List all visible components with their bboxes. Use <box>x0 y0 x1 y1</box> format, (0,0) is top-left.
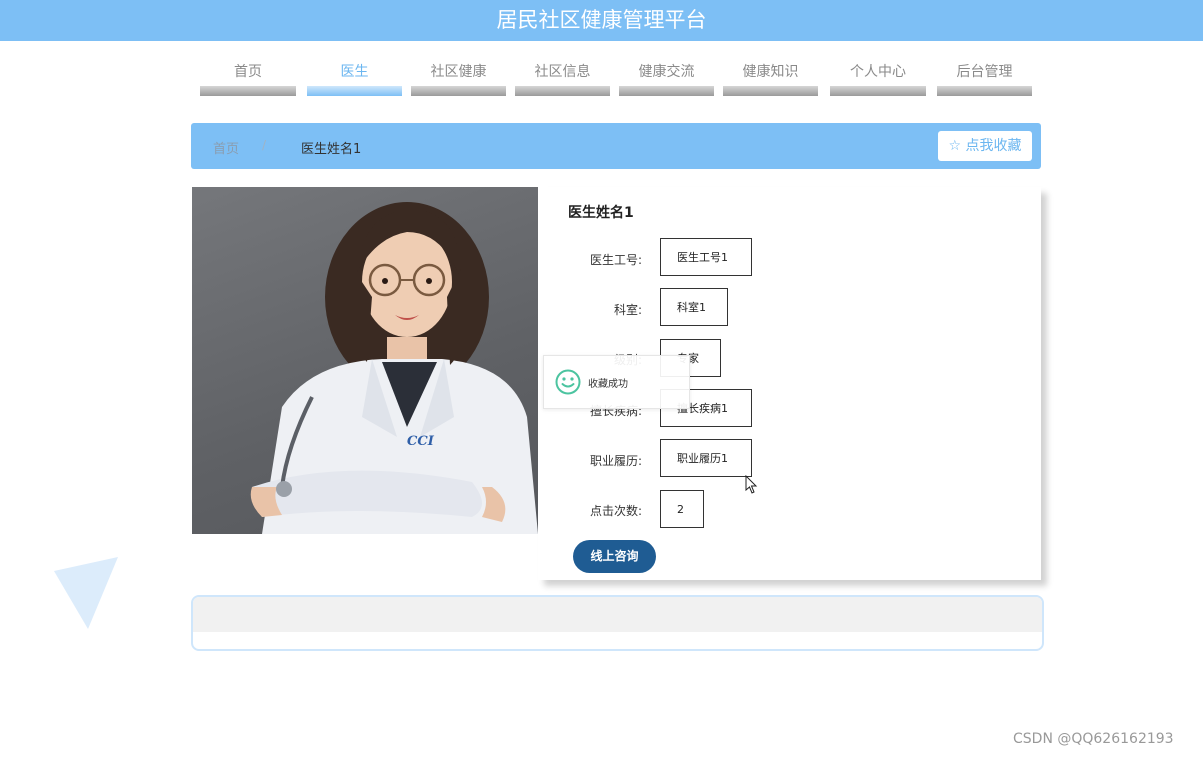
doctor-portrait-illustration: CCI <box>250 202 538 534</box>
nav-underline <box>830 86 926 96</box>
field-label-department: 科室: <box>613 303 642 317</box>
breadcrumb-separator: / <box>262 138 267 152</box>
breadcrumb-home[interactable]: 首页 <box>213 138 239 157</box>
field-label-career: 职业履历: <box>589 454 642 468</box>
nav-item-community-health[interactable]: 社区健康 <box>411 55 506 96</box>
decorative-triangle-icon <box>54 557 118 629</box>
doctor-name: 医生姓名1 <box>568 205 634 221</box>
nav-item-admin[interactable]: 后台管理 <box>937 55 1032 96</box>
toast-text: 收藏成功 <box>588 379 628 390</box>
field-label-staff-id: 医生工号: <box>589 253 642 267</box>
nav-label: 后台管理 <box>956 64 1013 80</box>
nav-underline <box>937 86 1032 96</box>
nav-label: 健康知识 <box>742 64 799 80</box>
nav-label: 健康交流 <box>638 64 695 80</box>
online-consult-button[interactable]: 线上咨询 <box>573 540 656 573</box>
field-value-department: 科室1 <box>660 288 728 326</box>
site-title: 居民社区健康管理平台 <box>496 8 707 32</box>
nav-underline <box>411 86 506 96</box>
field-value-click-count: 2 <box>660 490 704 528</box>
toast-message: 收藏成功 <box>543 355 690 409</box>
nav-item-health-exchange[interactable]: 健康交流 <box>619 55 714 96</box>
doctor-photo: CCI <box>192 187 538 534</box>
comment-panel-header <box>193 597 1042 632</box>
field-label-click-count: 点击次数: <box>589 504 642 518</box>
nav-item-doctor[interactable]: 医生 <box>307 55 402 96</box>
watermark: CSDN @QQ626162193 <box>1013 731 1174 747</box>
nav-label: 社区健康 <box>430 64 487 80</box>
nav-label: 个人中心 <box>850 64 906 80</box>
nav-label: 医生 <box>340 64 369 80</box>
nav-underline <box>723 86 818 96</box>
nav-underline <box>200 86 296 96</box>
nav-item-community-info[interactable]: 社区信息 <box>515 55 610 96</box>
comment-panel <box>191 595 1044 651</box>
mouse-cursor-icon <box>745 475 758 494</box>
nav-underline <box>619 86 714 96</box>
nav-underline <box>515 86 610 96</box>
nav-label: 首页 <box>234 64 262 80</box>
nav-item-personal-center[interactable]: 个人中心 <box>830 55 926 96</box>
svg-text:CCI: CCI <box>407 434 435 449</box>
nav-label: 社区信息 <box>534 64 591 80</box>
nav-underline <box>307 86 402 96</box>
breadcrumb: 首页 / 医生姓名1 ☆ 点我收藏 <box>191 123 1041 169</box>
main-nav: 首页 医生 社区健康 社区信息 健康交流 健康知识 个人中心 后台管理 <box>0 55 1203 100</box>
nav-item-health-knowledge[interactable]: 健康知识 <box>723 55 818 96</box>
field-value-staff-id: 医生工号1 <box>660 238 752 276</box>
favorite-button[interactable]: ☆ 点我收藏 <box>938 131 1032 161</box>
nav-item-home[interactable]: 首页 <box>200 55 296 96</box>
field-value-career: 职业履历1 <box>660 439 752 477</box>
smile-icon <box>555 369 581 395</box>
breadcrumb-current: 医生姓名1 <box>301 142 362 157</box>
